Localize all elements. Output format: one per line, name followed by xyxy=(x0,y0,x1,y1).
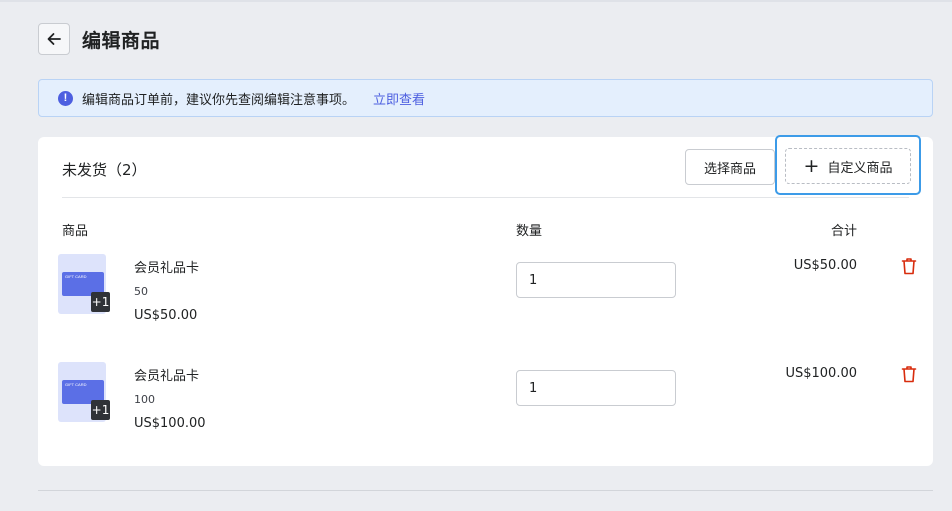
bottom-divider xyxy=(38,490,933,491)
column-header-product: 商品 xyxy=(62,224,89,239)
column-header-total: 合计 xyxy=(830,224,857,239)
section-title: 未发货（2） xyxy=(62,161,147,179)
gift-card-image-text: GIFT CARD xyxy=(65,382,87,387)
divider xyxy=(62,197,909,198)
back-button[interactable] xyxy=(38,23,70,55)
product-name[interactable]: 会员礼品卡 xyxy=(134,257,199,276)
quantity-input[interactable] xyxy=(516,262,676,298)
line-total: US$100.00 xyxy=(785,366,857,381)
unfulfilled-card: 未发货（2） 选择商品 + 自定义商品 商品 数量 合计 GIFT CARD +… xyxy=(38,135,933,466)
product-name[interactable]: 会员礼品卡 xyxy=(134,365,199,384)
custom-product-button[interactable]: + 自定义商品 xyxy=(785,148,911,184)
extra-images-badge: +1 xyxy=(91,400,110,420)
line-total: US$50.00 xyxy=(793,258,857,273)
custom-product-label: 自定义商品 xyxy=(827,160,893,176)
product-variant: 100 xyxy=(134,393,155,406)
extra-images-badge: +1 xyxy=(91,292,110,312)
view-now-link[interactable]: 立即查看 xyxy=(373,89,425,108)
banner-text: 编辑商品订单前，建议你先查阅编辑注意事项。 xyxy=(82,92,356,108)
gift-card-image-text: GIFT CARD xyxy=(65,274,87,279)
product-price: US$50.00 xyxy=(134,308,198,323)
quantity-input[interactable] xyxy=(516,370,676,406)
table-row: GIFT CARD +1 会员礼品卡 50 US$50.00 US$50.00 xyxy=(38,254,933,334)
delete-trash-icon[interactable] xyxy=(901,257,917,275)
delete-trash-icon[interactable] xyxy=(901,365,917,383)
column-header-quantity: 数量 xyxy=(516,224,543,239)
top-edge xyxy=(0,0,952,2)
select-products-button[interactable]: 选择商品 xyxy=(685,149,775,185)
product-thumbnail: GIFT CARD +1 xyxy=(58,254,110,314)
arrow-left-icon xyxy=(47,33,61,45)
page-header: 编辑商品 xyxy=(38,23,160,55)
plus-icon: + xyxy=(803,154,820,177)
table-row: GIFT CARD +1 会员礼品卡 100 US$100.00 US$100.… xyxy=(38,362,933,442)
notice-banner: ! 编辑商品订单前，建议你先查阅编辑注意事项。 立即查看 xyxy=(38,79,933,117)
product-variant: 50 xyxy=(134,285,148,298)
info-icon: ! xyxy=(58,90,73,106)
page-title: 编辑商品 xyxy=(82,29,161,52)
custom-product-focus-ring: + 自定义商品 xyxy=(775,135,921,195)
product-thumbnail: GIFT CARD +1 xyxy=(58,362,110,422)
product-price: US$100.00 xyxy=(134,416,206,431)
